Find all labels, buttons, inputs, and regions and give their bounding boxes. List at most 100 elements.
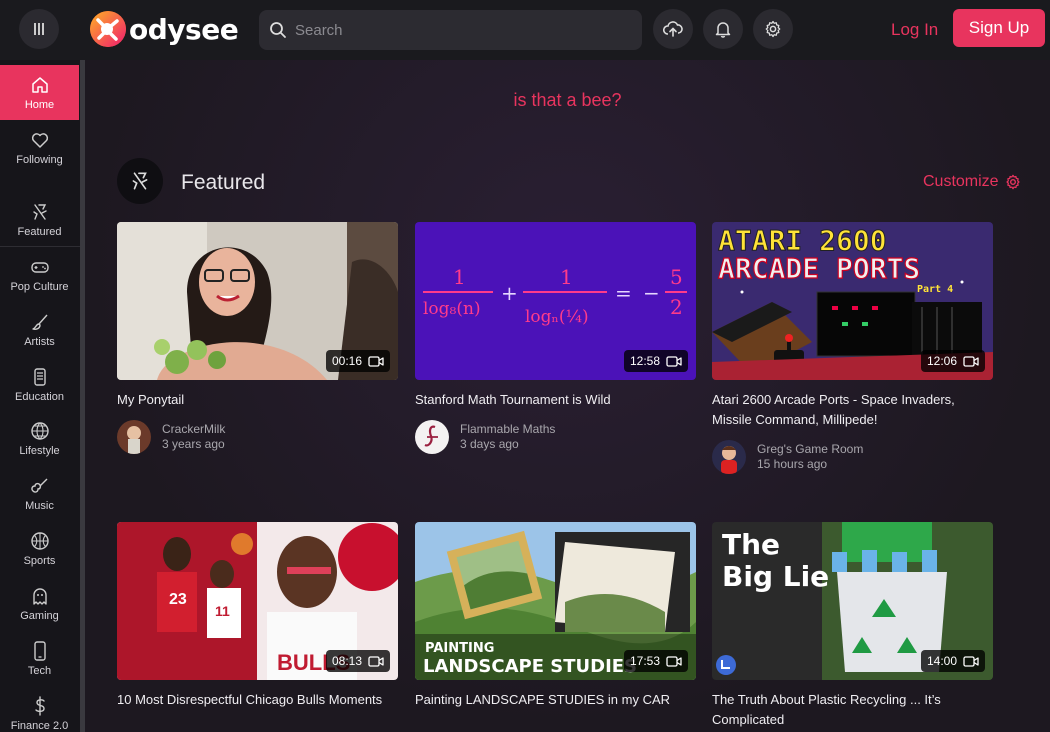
avatar[interactable] (117, 420, 151, 454)
sidebar-item-label: Pop Culture (10, 281, 69, 293)
svg-text:+: + (501, 281, 518, 305)
video-title[interactable]: Stanford Math Tournament is Wild (415, 390, 696, 410)
sidebar-item-lifestyle[interactable]: Lifestyle (0, 421, 79, 457)
search-icon (270, 22, 286, 38)
login-link[interactable]: Log In (891, 20, 938, 40)
thumb-caption-line2: Big Lie (722, 560, 829, 593)
signup-button[interactable]: Sign Up (953, 9, 1045, 47)
search-bar[interactable] (259, 10, 642, 50)
channel-name: CrackerMilk (162, 422, 226, 436)
brush-icon (31, 314, 48, 330)
sidebar-item-home[interactable]: Home (0, 65, 79, 120)
sidebar-item-sports[interactable]: Sports (0, 531, 79, 567)
sidebar-item-music[interactable]: Music (0, 476, 79, 512)
svg-text:2: 2 (670, 295, 683, 319)
logo-mark-icon (90, 11, 126, 47)
avatar[interactable] (712, 440, 746, 474)
customize-label: Customize (923, 173, 999, 190)
video-card[interactable]: 00:16 My Ponytail CrackerMilk 3 years ag… (117, 222, 398, 454)
customize-button[interactable]: Customize (923, 173, 1021, 191)
sidebar-item-artists[interactable]: Artists (0, 312, 79, 348)
ghost-icon (32, 588, 47, 605)
sidebar-item-label: Education (15, 391, 64, 403)
atari-title-line2: ARCADE PORTS (718, 252, 920, 285)
video-camera-icon (963, 355, 979, 367)
video-card[interactable]: PAINTING LANDSCAPE STUDIES 17:53 Paintin… (415, 522, 696, 710)
book-icon (33, 368, 46, 386)
announcement-banner[interactable]: is that a bee? (85, 90, 1050, 111)
thumb-caption-big: LANDSCAPE STUDIES (423, 656, 637, 677)
sidebar-item-gaming[interactable]: Gaming (0, 586, 79, 622)
gear-icon (765, 20, 781, 38)
sidebar-item-education[interactable]: Education (0, 367, 79, 403)
video-duration: 12:58 (623, 350, 688, 372)
globe-icon (30, 422, 49, 440)
featured-icon (32, 204, 47, 220)
sidebar-item-label: Sports (23, 555, 56, 567)
upload-age: 3 days ago (460, 437, 519, 451)
gamepad-icon (30, 262, 49, 273)
video-thumbnail[interactable]: The Big Lie 14:00 (712, 522, 993, 680)
video-title[interactable]: 10 Most Disrespectful Chicago Bulls Mome… (117, 690, 398, 710)
video-camera-icon (666, 655, 682, 667)
video-card[interactable]: 23 11 BULLS 08:13 10 Most Disrespectful … (117, 522, 398, 710)
video-thumbnail[interactable]: ATARI 2600 ARCADE PORTS Part 4 12:06 (712, 222, 993, 380)
video-camera-icon (368, 355, 384, 367)
video-camera-icon (368, 655, 384, 667)
sidebar-item-pop-culture[interactable]: Pop Culture (0, 257, 79, 293)
svg-text:23: 23 (169, 591, 187, 608)
logo-text: odysee (129, 12, 239, 46)
video-thumbnail[interactable]: PAINTING LANDSCAPE STUDIES 17:53 (415, 522, 696, 680)
sidebar-item-label: Artists (24, 336, 55, 348)
video-title[interactable]: The Truth About Plastic Recycling ... It… (712, 690, 993, 730)
svg-text:log₈(n): log₈(n) (423, 299, 481, 319)
avatar[interactable] (415, 420, 449, 454)
video-duration: 12:06 (920, 350, 985, 372)
channel-info[interactable]: Flammable Maths 3 days ago (415, 420, 696, 454)
video-title[interactable]: My Ponytail (117, 390, 398, 410)
odysee-logo[interactable]: odysee (90, 11, 239, 47)
channel-info[interactable]: Greg's Game Room 15 hours ago (712, 440, 993, 474)
bell-icon (715, 22, 731, 38)
top-header: odysee Log In Sign Up (0, 0, 1050, 60)
menu-icon (34, 23, 44, 35)
channel-name: Flammable Maths (460, 422, 556, 436)
upload-age: 3 years ago (162, 437, 225, 451)
video-thumbnail[interactable]: 1 log₈(n) + 1 logₙ(¼) = − 5 2 12:58 (415, 222, 696, 380)
sidebar-item-following[interactable]: Following (0, 130, 79, 166)
video-thumbnail[interactable]: 23 11 BULLS 08:13 (117, 522, 398, 680)
video-card[interactable]: 1 log₈(n) + 1 logₙ(¼) = − 5 2 12:58 Stan… (415, 222, 696, 454)
video-title[interactable]: Painting LANDSCAPE STUDIES in my CAR (415, 690, 696, 710)
sidebar: Home Following Featured Pop Culture Arti… (0, 60, 80, 732)
upload-button[interactable] (653, 9, 693, 49)
video-duration: 14:00 (920, 650, 985, 672)
notifications-button[interactable] (703, 9, 743, 49)
sidebar-item-finance[interactable]: Finance 2.0 (0, 696, 79, 732)
main-content: is that a bee? Featured Customize 00:16 … (85, 60, 1050, 732)
video-title[interactable]: Atari 2600 Arcade Ports - Space Invaders… (712, 390, 993, 430)
sidebar-item-label: Finance 2.0 (10, 720, 69, 732)
sidebar-item-featured[interactable]: Featured (0, 202, 79, 238)
section-title: Featured (181, 171, 266, 194)
sidebar-item-label: Lifestyle (19, 445, 60, 457)
sidebar-item-label: Music (25, 500, 54, 512)
channel-info[interactable]: CrackerMilk 3 years ago (117, 420, 398, 454)
menu-button[interactable] (19, 9, 59, 49)
sidebar-divider (0, 246, 80, 247)
video-duration: 00:16 (325, 350, 390, 372)
svg-text:=: = (615, 281, 632, 305)
sidebar-item-label: Featured (17, 226, 62, 238)
upload-icon (663, 21, 683, 37)
video-card[interactable]: The Big Lie 14:00 The Truth About Plasti… (712, 522, 993, 730)
video-thumbnail[interactable]: 00:16 (117, 222, 398, 380)
video-camera-icon (666, 355, 682, 367)
search-input[interactable] (295, 21, 625, 39)
dollar-icon (34, 696, 45, 716)
sidebar-item-tech[interactable]: Tech (0, 641, 79, 677)
basketball-icon (30, 532, 49, 550)
settings-button[interactable] (753, 9, 793, 49)
sidebar-item-label: Tech (27, 665, 52, 677)
featured-section-icon (117, 158, 163, 204)
home-icon (31, 77, 48, 93)
video-card[interactable]: ATARI 2600 ARCADE PORTS Part 4 12:06 Ata… (712, 222, 993, 474)
